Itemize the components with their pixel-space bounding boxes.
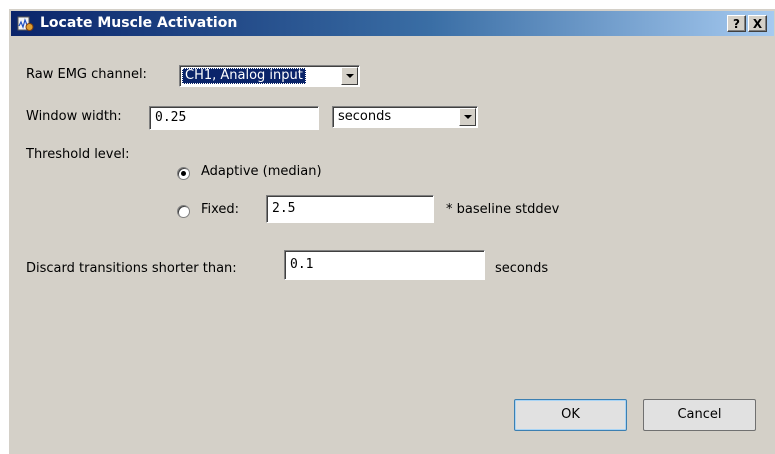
discard-field[interactable]: 0.1 — [284, 250, 485, 280]
channel-select-value: CH1, Analog input — [182, 68, 306, 84]
close-button[interactable]: X — [748, 15, 767, 32]
locate-muscle-activation-dialog: Locate Muscle Activation ? X Raw EMG cha… — [8, 8, 775, 454]
adaptive-radio[interactable] — [177, 167, 190, 180]
window-width-label: Window width: — [26, 109, 122, 124]
channel-select[interactable]: CH1, Analog input — [179, 65, 360, 87]
ok-button[interactable]: OK — [514, 399, 627, 431]
window-title: Locate Muscle Activation — [40, 15, 238, 31]
fixed-radio[interactable] — [177, 205, 190, 218]
adaptive-radio-label[interactable]: Adaptive (median) — [201, 164, 322, 179]
discard-label: Discard transitions shorter than: — [26, 261, 237, 276]
baseline-stddev-label: * baseline stddev — [446, 202, 560, 217]
channel-label: Raw EMG channel: — [26, 67, 147, 82]
discard-unit-label: seconds — [495, 261, 549, 276]
window-width-field[interactable]: 0.25 — [149, 106, 319, 130]
help-button[interactable]: ? — [727, 15, 746, 32]
window-width-unit-value: seconds — [338, 109, 392, 124]
fixed-radio-label[interactable]: Fixed: — [201, 202, 239, 217]
chevron-down-icon[interactable] — [341, 67, 358, 85]
window-width-unit-select[interactable]: seconds — [332, 106, 478, 128]
threshold-label: Threshold level: — [26, 147, 130, 162]
title-bar[interactable]: Locate Muscle Activation ? X — [11, 11, 774, 36]
app-icon — [17, 16, 34, 31]
fixed-threshold-field[interactable]: 2.5 — [266, 195, 434, 223]
cancel-button[interactable]: Cancel — [643, 399, 756, 431]
chevron-down-icon[interactable] — [459, 108, 476, 126]
